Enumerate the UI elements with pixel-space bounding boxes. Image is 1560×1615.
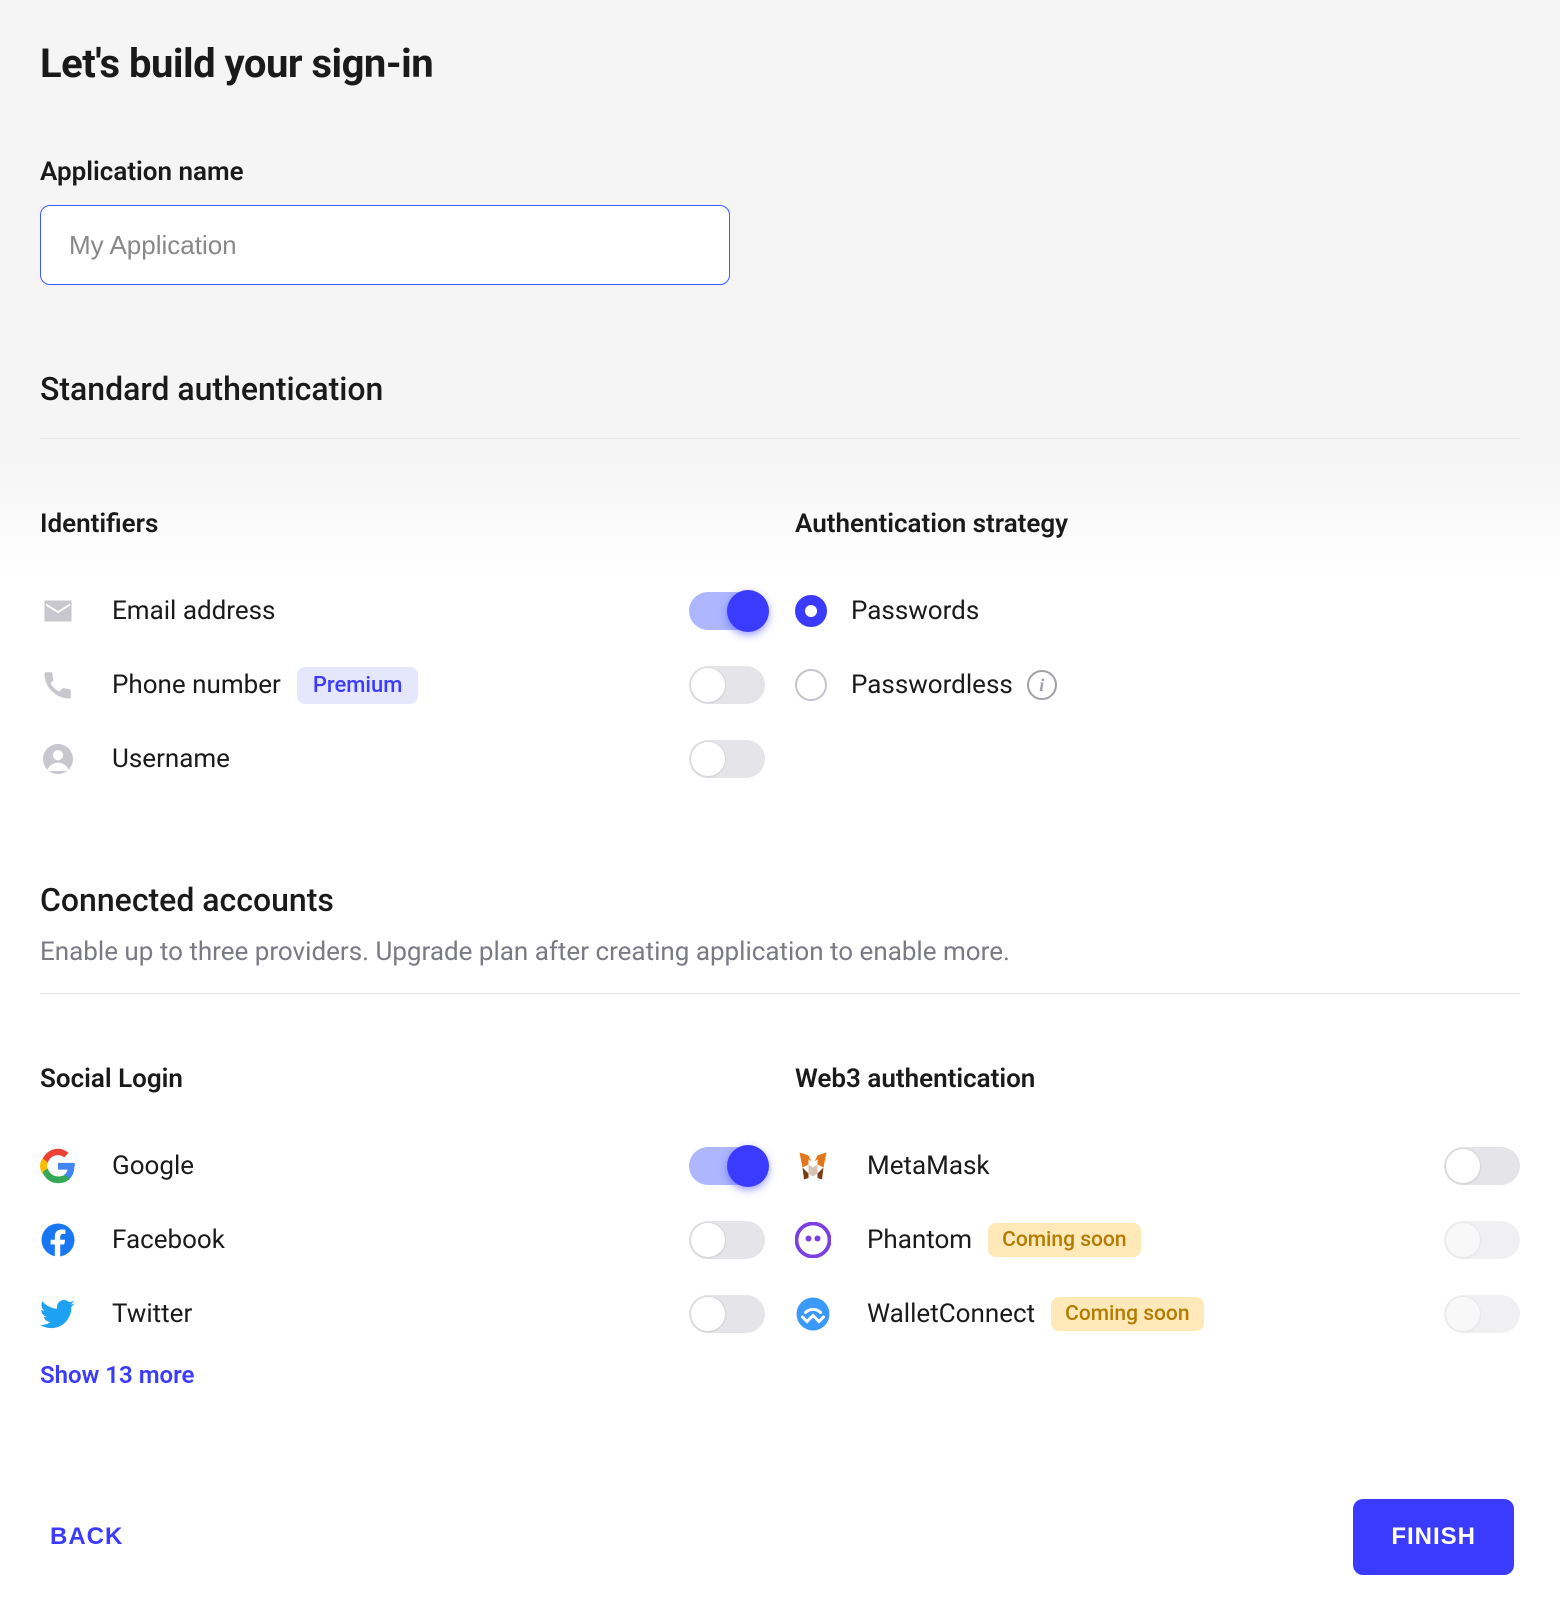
toggle-walletconnect <box>1444 1295 1520 1333</box>
phantom-icon <box>795 1222 867 1258</box>
coming-soon-badge: Coming soon <box>988 1223 1140 1257</box>
identifier-label: Email address <box>112 596 275 626</box>
identifier-label: Phone number <box>112 670 281 700</box>
social-row-twitter: Twitter <box>40 1277 765 1351</box>
toggle-username[interactable] <box>689 740 765 778</box>
web3-row-phantom: Phantom Coming soon <box>795 1203 1520 1277</box>
twitter-icon <box>40 1296 112 1332</box>
web3-label: Phantom <box>867 1225 972 1255</box>
social-label: Twitter <box>112 1299 192 1329</box>
facebook-icon <box>40 1222 112 1258</box>
google-icon <box>40 1148 112 1184</box>
finish-button[interactable]: FINISH <box>1353 1499 1514 1575</box>
social-label: Facebook <box>112 1225 225 1255</box>
back-button[interactable]: BACK <box>46 1513 127 1561</box>
walletconnect-icon <box>795 1296 867 1332</box>
web3-label: MetaMask <box>867 1151 990 1181</box>
social-row-facebook: Facebook <box>40 1203 765 1277</box>
phone-icon <box>40 667 112 703</box>
toggle-phone[interactable] <box>689 666 765 704</box>
standard-auth-heading: Standard authentication <box>40 370 1520 439</box>
toggle-email[interactable] <box>689 592 765 630</box>
web3-row-walletconnect: WalletConnect Coming soon <box>795 1277 1520 1351</box>
toggle-phantom <box>1444 1221 1520 1259</box>
identifier-row-email: Email address <box>40 574 765 648</box>
social-row-google: Google <box>40 1129 765 1203</box>
radio-passwords[interactable] <box>795 595 827 627</box>
strategy-label: Passwordless <box>851 670 1013 700</box>
coming-soon-badge: Coming soon <box>1051 1297 1203 1331</box>
web3-label: WalletConnect <box>867 1299 1035 1329</box>
toggle-google[interactable] <box>689 1147 765 1185</box>
strategy-title: Authentication strategy <box>795 509 1520 539</box>
premium-badge: Premium <box>297 667 419 704</box>
web3-row-metamask: MetaMask <box>795 1129 1520 1203</box>
identifier-row-phone: Phone number Premium <box>40 648 765 722</box>
web3-title: Web3 authentication <box>795 1064 1520 1094</box>
social-label: Google <box>112 1151 194 1181</box>
toggle-twitter[interactable] <box>689 1295 765 1333</box>
show-more-link[interactable]: Show 13 more <box>40 1361 765 1389</box>
info-icon[interactable]: i <box>1027 670 1057 700</box>
toggle-facebook[interactable] <box>689 1221 765 1259</box>
social-login-title: Social Login <box>40 1064 765 1094</box>
strategy-option-passwordless[interactable]: Passwordless i <box>795 648 1520 722</box>
radio-passwordless[interactable] <box>795 669 827 701</box>
identifier-label: Username <box>112 744 230 774</box>
user-icon <box>40 741 112 777</box>
app-name-label: Application name <box>40 157 1520 187</box>
toggle-metamask[interactable] <box>1444 1147 1520 1185</box>
page-title: Let's build your sign-in <box>40 40 1520 87</box>
metamask-icon <box>795 1148 867 1184</box>
connected-accounts-heading: Connected accounts <box>40 881 1520 919</box>
strategy-option-passwords[interactable]: Passwords <box>795 574 1520 648</box>
strategy-label: Passwords <box>851 596 979 626</box>
connected-accounts-sub: Enable up to three providers. Upgrade pl… <box>40 937 1520 994</box>
email-icon <box>40 593 112 629</box>
identifier-row-username: Username <box>40 722 765 796</box>
app-name-input[interactable] <box>40 205 730 285</box>
identifiers-title: Identifiers <box>40 509 765 539</box>
